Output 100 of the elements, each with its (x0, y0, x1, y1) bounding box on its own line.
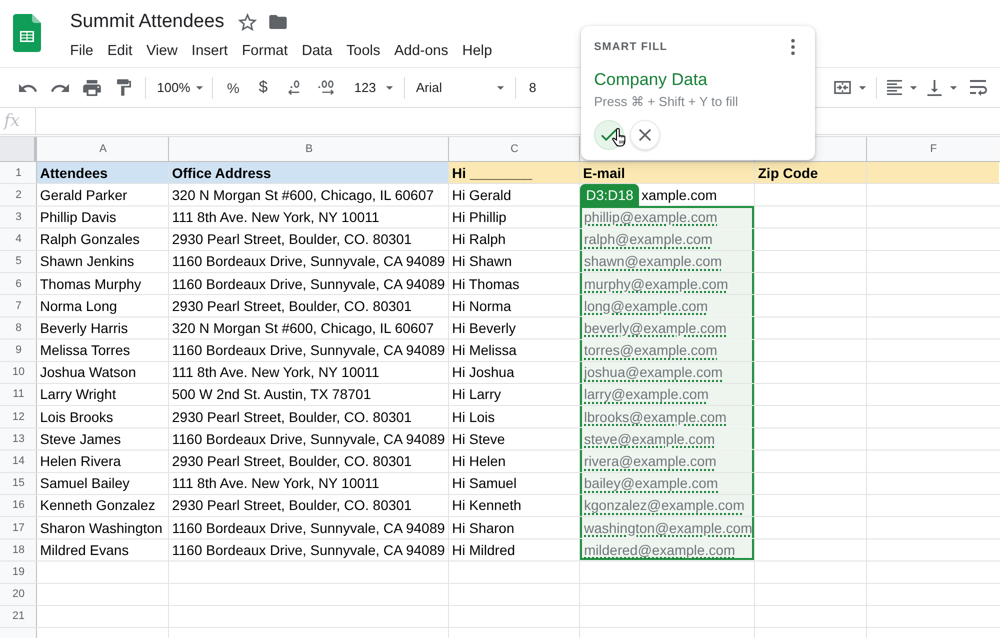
table-cell-text: Steve James (39, 430, 122, 449)
menu-item[interactable]: Data (302, 42, 332, 60)
suggestion-cell: lbrooks@example.com (580, 406, 755, 428)
number-format-dropdown[interactable]: 123 (348, 74, 399, 102)
menu-item[interactable]: Edit (107, 42, 132, 60)
column-header[interactable]: C (449, 137, 580, 161)
dismiss-button[interactable] (630, 120, 660, 150)
table-cell-text: Joshua Watson (39, 363, 137, 382)
header-cell: Zip Code (755, 162, 867, 184)
text-wrap-icon[interactable] (970, 80, 986, 96)
table-cell-text: 1160 Bordeaux Drive, Sunnyvale, CA 94089 (171, 341, 446, 360)
suggestion-cell: bailey@example.com (580, 472, 755, 495)
table-cell-text: 2930 Pearl Street, Boulder, CO. 80301 (171, 230, 413, 250)
row-number: 14 (11, 454, 26, 470)
row-number: 8 (14, 320, 23, 336)
table-cell-text: Hi Kenneth (451, 496, 522, 516)
row-number: 18 (11, 542, 26, 558)
currency-format-button[interactable]: $ (248, 74, 278, 102)
formula-label: fx (0, 108, 36, 134)
suggestion-cell: kgonzalez@example.com (580, 494, 755, 517)
table-cell-text: 2930 Pearl Street, Boulder, CO. 80301 (171, 452, 413, 472)
table-cell-text: Hi Joshua (451, 363, 516, 382)
table-cell-text: Shawn Jenkins (39, 252, 136, 272)
table-cell-text: Mildred Evans (39, 540, 130, 560)
decrease-decimal-icon[interactable] (288, 80, 300, 96)
suggestion-cell: phillip@example.com (580, 206, 755, 229)
column-header[interactable]: B (169, 137, 449, 161)
table-cell-text: 1160 Bordeaux Drive, Sunnyvale, CA 94089 (171, 274, 446, 294)
header-cell: Attendees (37, 162, 169, 184)
menu-item[interactable]: Format (242, 42, 288, 60)
suggestion-cell: shawn@example.com (580, 250, 755, 273)
row-number: 17 (11, 520, 26, 536)
undo-icon[interactable] (19, 84, 37, 92)
table-cell-text: Beverly Harris (39, 318, 129, 338)
suggestion-cell: steve@example.com (580, 428, 755, 450)
range-label: D3:D18 (580, 184, 640, 206)
merge-cells-icon (834, 81, 851, 94)
table-cell-text: Ralph Gonzales (39, 230, 141, 250)
spreadsheet-logo-icon[interactable] (13, 14, 41, 52)
redo-icon[interactable] (51, 84, 69, 92)
table-cell-text: 111 8th Ave. New York, NY 10011 (171, 363, 380, 382)
table-cell-text: 320 N Morgan St #600, Chicago, IL 60607 (171, 318, 435, 338)
percent-format-button[interactable]: % (218, 74, 248, 102)
suggestion-cell: torres@example.com (580, 340, 755, 362)
font-size-dropdown[interactable]: 8 (520, 74, 544, 102)
row-number: 11 (12, 387, 26, 402)
column-header[interactable]: A (37, 137, 169, 161)
table-cell-text: Hi Samuel (451, 474, 518, 494)
menu-item[interactable]: View (146, 42, 178, 60)
menu-item[interactable]: Insert (192, 42, 228, 60)
menu-item[interactable]: Add-ons (394, 42, 448, 60)
font-dropdown[interactable]: Arial (410, 74, 510, 102)
zoom-dropdown[interactable]: 100% (151, 74, 208, 102)
row-number: 6 (14, 276, 23, 292)
caret-icon (950, 86, 957, 90)
table-cell-text: Hi Sharon (451, 518, 516, 538)
table-cell-text: 2930 Pearl Street, Boulder, CO. 80301 (171, 496, 413, 516)
more-icon[interactable] (791, 39, 795, 55)
print-icon[interactable] (83, 80, 101, 96)
suggestion-source: Company Data (594, 70, 708, 90)
caret-icon (859, 86, 866, 90)
menu-item[interactable]: File (70, 42, 94, 60)
table-cell-text: 111 8th Ave. New York, NY 10011 (171, 208, 380, 227)
paint-format-icon[interactable] (117, 79, 131, 96)
table-cell-text: Helen Rivera (39, 452, 122, 472)
table-cell-text: Hi Helen (451, 452, 507, 472)
align-left-icon (887, 80, 902, 95)
star-outline-icon[interactable] (238, 13, 258, 31)
hand-cursor-icon (612, 128, 627, 147)
table-cell-text: Hi Norma (451, 296, 512, 316)
suggestion-cell: mildered@example.com (580, 539, 755, 562)
row-number: 10 (11, 365, 26, 380)
table-cell-text: Gerald Parker (39, 186, 128, 205)
suggestion-cell: larry@example.com (580, 384, 755, 406)
suggestion-cell: ralph@example.com (580, 228, 755, 251)
table-cell-text: xample.com (640, 186, 717, 205)
row-number: 2 (14, 188, 23, 203)
document-title[interactable]: Summit Attendees (70, 11, 224, 33)
header-cell: Hi ________ (449, 162, 580, 184)
table-cell-text: Hi Shawn (451, 252, 513, 272)
menu-item[interactable]: Help (462, 42, 492, 60)
table-cell-text: 500 W 2nd St. Austin, TX 78701 (171, 385, 372, 404)
row-number: 15 (11, 476, 26, 492)
row-number: 9 (14, 343, 23, 358)
table-cell-text: Hi Mildred (451, 540, 516, 560)
table-cell-text: Hi Steve (451, 430, 506, 449)
row-number: 13 (11, 432, 26, 447)
row-number: 3 (14, 210, 23, 225)
caret-icon (386, 86, 393, 90)
row-number: 4 (14, 232, 23, 248)
increase-decimal-icon[interactable] (318, 80, 335, 96)
folder-icon[interactable] (269, 15, 288, 29)
menu-item[interactable]: Tools (346, 42, 380, 60)
suggestion-cell: rivera@example.com (580, 450, 755, 473)
table-cell-text: 1160 Bordeaux Drive, Sunnyvale, CA 94089 (171, 518, 446, 538)
table-cell-text: 2930 Pearl Street, Boulder, CO. 80301 (171, 296, 413, 316)
check-icon (601, 129, 617, 141)
header-cell: E-mail (580, 162, 755, 184)
suggestion-cell: beverly@example.com (580, 317, 755, 340)
column-header[interactable]: F (867, 137, 1000, 161)
